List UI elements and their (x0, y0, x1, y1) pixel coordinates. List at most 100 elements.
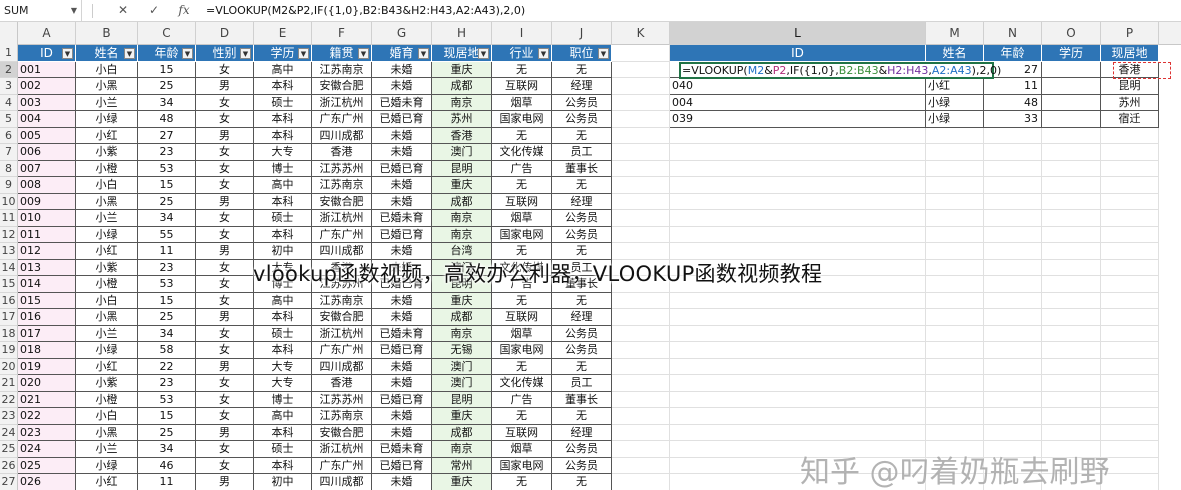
empty-cell[interactable] (612, 358, 670, 375)
data-cell[interactable]: 香港 (312, 375, 372, 392)
empty-cell[interactable] (984, 408, 1042, 425)
empty-cell[interactable] (670, 210, 926, 227)
empty-cell[interactable] (670, 160, 926, 177)
data-cell[interactable]: 小红 (76, 474, 138, 490)
data-cell[interactable]: 小白 (76, 292, 138, 309)
empty-cell[interactable] (670, 144, 926, 161)
data-cell[interactable]: 硕士 (254, 441, 312, 458)
empty-cell[interactable] (926, 358, 984, 375)
data-cell[interactable]: 江苏南京 (312, 61, 372, 78)
empty-cell[interactable] (1101, 276, 1159, 293)
data-cell[interactable]: 国家电网 (492, 342, 552, 359)
data-cell[interactable]: 未婚 (372, 408, 432, 425)
row-header-23[interactable]: 23 (0, 408, 18, 425)
data-cell[interactable]: 本科 (254, 457, 312, 474)
row-header-25[interactable]: 25 (0, 441, 18, 458)
data-cell[interactable]: 小绿 (76, 226, 138, 243)
data-cell[interactable]: 经理 (552, 309, 612, 326)
lookup-cell[interactable]: 48 (984, 94, 1042, 111)
data-cell[interactable]: 男 (196, 474, 254, 490)
data-cell[interactable]: 本科 (254, 111, 312, 128)
lookup-cell[interactable]: 33 (984, 111, 1042, 128)
filter-dropdown-icon[interactable]: ▼ (538, 48, 549, 59)
row-header-10[interactable]: 10 (0, 193, 18, 210)
data-cell[interactable]: 53 (138, 160, 196, 177)
empty-cell[interactable] (670, 358, 926, 375)
data-cell[interactable]: 男 (196, 424, 254, 441)
data-cell[interactable]: 女 (196, 144, 254, 161)
data-cell[interactable]: 小白 (76, 61, 138, 78)
data-cell[interactable]: 昆明 (432, 160, 492, 177)
empty-cell[interactable] (612, 292, 670, 309)
data-cell[interactable]: 34 (138, 325, 196, 342)
empty-cell[interactable] (984, 358, 1042, 375)
lookup-cell[interactable]: 004 (670, 94, 926, 111)
data-cell[interactable]: 024 (18, 441, 76, 458)
data-cell[interactable]: 小橙 (76, 391, 138, 408)
data-cell[interactable]: 无 (552, 474, 612, 490)
data-cell[interactable]: 016 (18, 309, 76, 326)
data-cell[interactable]: 小绿 (76, 342, 138, 359)
data-cell[interactable]: 南京 (432, 226, 492, 243)
empty-cell[interactable] (984, 160, 1042, 177)
data-cell[interactable]: 南京 (432, 210, 492, 227)
empty-cell[interactable] (612, 45, 670, 62)
data-cell[interactable]: 员工 (552, 375, 612, 392)
empty-cell[interactable] (1101, 358, 1159, 375)
data-cell[interactable]: 公务员 (552, 226, 612, 243)
empty-cell[interactable] (926, 391, 984, 408)
data-cell[interactable]: 成都 (432, 193, 492, 210)
data-cell[interactable]: 无 (492, 177, 552, 194)
empty-cell[interactable] (1101, 243, 1159, 260)
row-header-1[interactable]: 1 (0, 45, 18, 62)
empty-cell[interactable] (1042, 259, 1101, 276)
header-cell[interactable]: 现居地 ▼ (432, 45, 492, 62)
data-cell[interactable]: 成都 (432, 424, 492, 441)
data-cell[interactable]: 大专 (254, 358, 312, 375)
data-cell[interactable]: 烟草 (492, 94, 552, 111)
data-cell[interactable]: 董事长 (552, 160, 612, 177)
data-cell[interactable]: 小黑 (76, 78, 138, 95)
data-cell[interactable]: 无 (492, 358, 552, 375)
data-cell[interactable]: 15 (138, 292, 196, 309)
empty-cell[interactable] (984, 259, 1042, 276)
header-cell[interactable]: 婚育 ▼ (372, 45, 432, 62)
data-cell[interactable]: 员工 (552, 144, 612, 161)
column-header-k[interactable]: K (612, 22, 670, 45)
data-cell[interactable]: 017 (18, 325, 76, 342)
empty-cell[interactable] (612, 375, 670, 392)
empty-cell[interactable] (612, 226, 670, 243)
empty-cell[interactable] (612, 309, 670, 326)
empty-cell[interactable] (1101, 391, 1159, 408)
data-cell[interactable]: 无 (552, 358, 612, 375)
empty-cell[interactable] (670, 127, 926, 144)
empty-cell[interactable] (926, 160, 984, 177)
filter-dropdown-icon[interactable]: ▼ (124, 48, 135, 59)
data-cell[interactable]: 46 (138, 457, 196, 474)
data-cell[interactable]: 高中 (254, 177, 312, 194)
data-cell[interactable]: 小紫 (76, 144, 138, 161)
data-cell[interactable]: 23 (138, 259, 196, 276)
data-cell[interactable]: 小兰 (76, 210, 138, 227)
data-cell[interactable]: 广东广州 (312, 111, 372, 128)
data-cell[interactable]: 男 (196, 358, 254, 375)
empty-cell[interactable] (984, 325, 1042, 342)
lookup-header-cell[interactable]: 姓名 (926, 45, 984, 62)
data-cell[interactable]: 未婚 (372, 61, 432, 78)
data-cell[interactable]: 安徽合肥 (312, 78, 372, 95)
data-cell[interactable]: 四川成都 (312, 127, 372, 144)
data-cell[interactable]: 香港 (432, 127, 492, 144)
empty-cell[interactable] (1042, 276, 1101, 293)
data-cell[interactable]: 澳门 (432, 358, 492, 375)
data-cell[interactable]: 男 (196, 78, 254, 95)
data-cell[interactable]: 江苏苏州 (312, 391, 372, 408)
data-cell[interactable]: 001 (18, 61, 76, 78)
empty-cell[interactable] (1101, 144, 1159, 161)
data-cell[interactable]: 006 (18, 144, 76, 161)
empty-cell[interactable] (612, 78, 670, 95)
data-cell[interactable]: 已婚已育 (372, 391, 432, 408)
formula-input[interactable]: =VLOOKUP(M2&P2,IF({1,0},B2:B43&H2:H43,A2… (206, 0, 525, 21)
empty-cell[interactable] (612, 160, 670, 177)
data-cell[interactable]: 女 (196, 160, 254, 177)
data-cell[interactable]: 008 (18, 177, 76, 194)
